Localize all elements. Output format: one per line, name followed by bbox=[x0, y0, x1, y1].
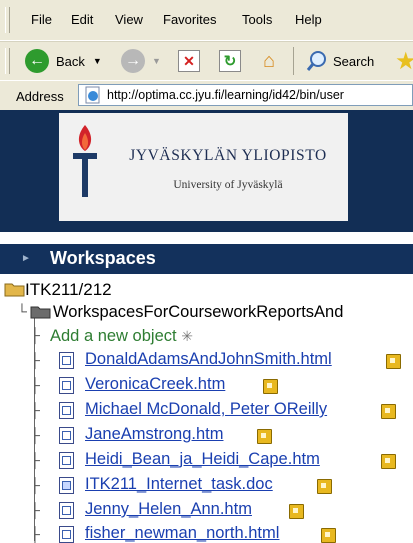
file-link[interactable]: fisher_newman_north.html bbox=[85, 524, 279, 543]
menu-bar: File Edit View Favorites Tools Help bbox=[0, 0, 413, 41]
tree-connector: ├ bbox=[30, 452, 40, 468]
search-icon bbox=[306, 51, 326, 71]
university-logo-panel bbox=[59, 113, 348, 221]
menu-favorites[interactable]: Favorites bbox=[163, 12, 216, 27]
file-action-icon[interactable] bbox=[263, 379, 278, 394]
forward-dropdown-icon: ▼ bbox=[152, 56, 161, 66]
favorites-star-icon[interactable]: ★ bbox=[395, 47, 413, 75]
file-action-icon[interactable] bbox=[257, 429, 272, 444]
stop-icon: ✕ bbox=[178, 50, 200, 72]
file-action-icon[interactable] bbox=[317, 479, 332, 494]
word-doc-icon bbox=[59, 477, 74, 494]
tree-connector: ├ bbox=[30, 402, 40, 418]
expand-arrow-icon: ► bbox=[21, 253, 31, 264]
menu-edit[interactable]: Edit bbox=[71, 12, 93, 27]
address-input[interactable]: http://optima.cc.jyu.fi/learning/id42/bi… bbox=[78, 84, 413, 106]
tree-folder-label[interactable]: WorkspacesForCourseworkReportsAnd bbox=[53, 303, 343, 322]
refresh-icon: ↻ bbox=[219, 50, 241, 72]
back-dropdown-icon: ▼ bbox=[92, 56, 102, 66]
menu-tools[interactable]: Tools bbox=[242, 12, 272, 27]
forward-button[interactable]: → ▼ bbox=[121, 47, 161, 75]
search-button[interactable]: Search bbox=[305, 47, 374, 75]
tree-connector: ├ bbox=[30, 327, 40, 343]
file-action-icon[interactable] bbox=[381, 404, 396, 419]
file-link[interactable]: Jenny_Helen_Ann.htm bbox=[85, 500, 252, 519]
tree-connector: ├ bbox=[30, 377, 40, 393]
file-action-icon[interactable] bbox=[381, 454, 396, 469]
sparkle-icon: ✳ bbox=[181, 328, 193, 344]
menu-help[interactable]: Help bbox=[295, 12, 322, 27]
tree-connector: ├ bbox=[30, 427, 40, 443]
address-url: http://optima.cc.jyu.fi/learning/id42/bi… bbox=[107, 88, 344, 102]
address-label: Address bbox=[16, 89, 64, 104]
stop-button[interactable]: ✕ bbox=[178, 47, 200, 75]
html-file-icon bbox=[59, 352, 74, 369]
workspaces-bar[interactable]: ► Workspaces bbox=[0, 244, 413, 274]
ie-page-icon bbox=[85, 86, 100, 104]
back-label: Back bbox=[56, 53, 85, 69]
file-action-icon[interactable] bbox=[386, 354, 401, 369]
file-link[interactable]: ITK211_Internet_task.doc bbox=[85, 475, 273, 494]
university-title: JYVÄSKYLÄN YLIOPISTO bbox=[129, 147, 327, 164]
html-file-icon bbox=[59, 402, 74, 419]
tree-connector: ├ bbox=[30, 352, 40, 368]
folder-icon bbox=[30, 306, 51, 319]
tree-connector: ├ bbox=[30, 502, 40, 518]
toolbar-grip bbox=[5, 48, 10, 74]
tree-connector: ├ bbox=[30, 477, 40, 493]
html-file-icon bbox=[59, 526, 74, 543]
toolbar: ← Back ▼ → ▼ ✕ ↻ ⌂ Search ★ bbox=[0, 41, 413, 80]
file-action-icon[interactable] bbox=[289, 504, 304, 519]
file-link[interactable]: Heidi_Bean_ja_Heidi_Cape.htm bbox=[85, 450, 320, 469]
home-icon: ⌂ bbox=[262, 49, 276, 72]
home-button[interactable]: ⌂ bbox=[258, 47, 280, 75]
file-link[interactable]: VeronicaCreek.htm bbox=[85, 375, 225, 394]
tree-root-label[interactable]: ITK211/212 bbox=[25, 280, 112, 300]
html-file-icon bbox=[59, 427, 74, 444]
refresh-button[interactable]: ↻ bbox=[219, 47, 241, 75]
torch-logo-icon bbox=[73, 125, 97, 197]
html-file-icon bbox=[59, 377, 74, 394]
back-arrow-icon: ← bbox=[25, 49, 49, 73]
add-object-label: Add a new object bbox=[50, 327, 177, 345]
file-link[interactable]: DonaldAdamsAndJohnSmith.html bbox=[85, 350, 332, 369]
address-bar: Address http://optima.cc.jyu.fi/learning… bbox=[0, 80, 413, 112]
menu-view[interactable]: View bbox=[115, 12, 143, 27]
menu-grip bbox=[5, 7, 10, 33]
forward-arrow-icon: → bbox=[121, 49, 145, 73]
workspaces-title: Workspaces bbox=[50, 248, 156, 268]
file-link[interactable]: JaneAmstrong.htm bbox=[85, 425, 223, 444]
back-button[interactable]: ← Back ▼ bbox=[25, 47, 102, 75]
add-object-link[interactable]: Add a new object ✳ bbox=[50, 327, 193, 346]
html-file-icon bbox=[59, 452, 74, 469]
university-subtitle: University of Jyväskylä bbox=[173, 179, 283, 191]
html-file-icon bbox=[59, 502, 74, 519]
toolbar-separator bbox=[293, 47, 294, 75]
tree-connector: └ bbox=[17, 303, 27, 319]
menu-file[interactable]: File bbox=[31, 12, 52, 27]
folder-open-icon bbox=[4, 283, 25, 297]
file-link[interactable]: Michael McDonald, Peter OReilly bbox=[85, 400, 327, 419]
tree-connector: ├ bbox=[30, 526, 40, 542]
search-label: Search bbox=[333, 53, 375, 69]
